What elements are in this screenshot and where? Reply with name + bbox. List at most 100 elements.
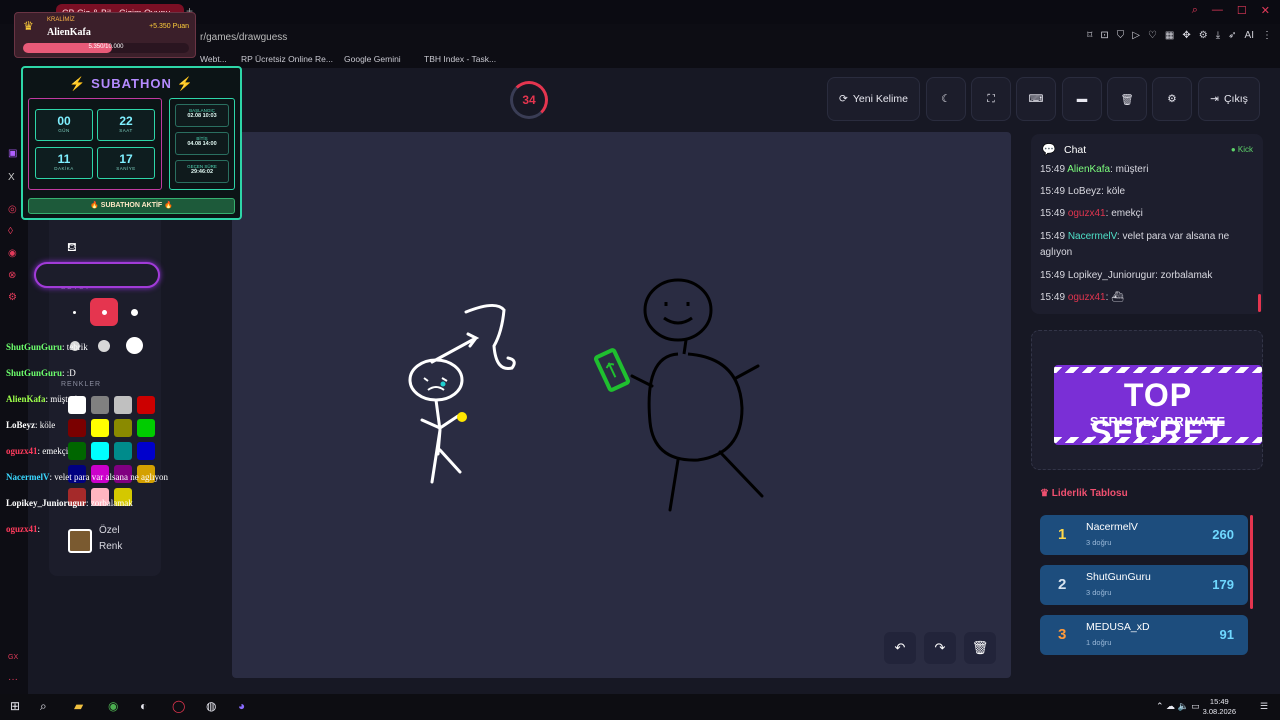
redo-button[interactable]: ↷ [924, 632, 956, 664]
close-icon[interactable]: ✕ [1261, 4, 1270, 17]
minimize-icon[interactable]: — [1212, 4, 1223, 17]
tool-highlight-pill[interactable] [34, 262, 160, 288]
custom-color-label-2: Renk [99, 541, 123, 552]
size-option-large[interactable] [131, 309, 138, 316]
custom-color-button[interactable] [68, 529, 92, 553]
keyboard-button[interactable]: ⌨ [1016, 77, 1056, 121]
leaderboard-scrollbar[interactable] [1250, 515, 1253, 609]
x-icon[interactable]: X [8, 172, 15, 183]
leaderboard-row[interactable]: 1 NacermelV 3 doğru 260 [1040, 515, 1248, 555]
chat-user[interactable]: oguzx41 [1068, 292, 1106, 303]
clock[interactable]: 15:49 3.08.2026 [1203, 697, 1236, 717]
window-controls: ⌕ — ☐ ✕ [1192, 4, 1270, 17]
bookmark-icon[interactable]: ⌑ [1087, 30, 1092, 41]
fill-bucket-icon[interactable]: ⛾ [67, 240, 77, 256]
download-icon[interactable]: ⤓ [1216, 30, 1220, 41]
overlay-chat-message: emekçi [42, 446, 69, 456]
color-swatch[interactable] [137, 442, 155, 460]
notification-icon[interactable]: ☰ [1260, 701, 1268, 712]
search-icon[interactable]: ⌕ [1192, 4, 1198, 17]
stroke-coin [457, 412, 467, 422]
gear-icon[interactable]: ⚙ [8, 292, 17, 303]
drawing-canvas[interactable] [232, 132, 1011, 678]
folder-icon[interactable]: ▰ [74, 699, 83, 713]
size-option-small[interactable] [73, 311, 76, 314]
bookmark-item[interactable]: Webt... [200, 54, 227, 64]
leaderboard-rank: 3 [1058, 626, 1067, 643]
chat-message: 15:49 oguzx41: emekçi [1040, 208, 1143, 219]
more-icon[interactable]: ··· [8, 674, 18, 685]
sidebar-icon[interactable]: GX [8, 654, 18, 661]
chat-user[interactable]: oguzx41 [1068, 208, 1106, 219]
color-swatch[interactable] [114, 419, 132, 437]
twitch-icon[interactable]: ▣ [8, 148, 17, 159]
grid-icon[interactable]: ▦ [1165, 30, 1174, 41]
clear-button[interactable]: 🗑 [1107, 77, 1147, 121]
puzzle-icon[interactable]: ✥ [1182, 30, 1190, 41]
obs-icon[interactable]: ◍ [206, 699, 216, 713]
settings-icon[interactable]: ⚙ [1199, 30, 1208, 41]
url-field[interactable]: r/games/drawguess [200, 32, 287, 43]
undo-button[interactable]: ↶ [884, 632, 916, 664]
discord-icon[interactable]: ◕ [238, 699, 245, 713]
heart-icon[interactable]: ♡ [1148, 30, 1157, 41]
color-swatch[interactable] [68, 442, 86, 460]
clear-canvas-button[interactable]: 🗑 [964, 632, 996, 664]
fullscreen-button[interactable]: ⛶ [971, 77, 1011, 121]
color-swatch[interactable] [114, 396, 132, 414]
color-swatch[interactable] [91, 442, 109, 460]
save-icon[interactable]: ⊡ [1100, 30, 1108, 41]
chat-user[interactable]: Lopikey_Juniorugur [1068, 270, 1155, 281]
stroke-body-small [420, 398, 462, 484]
color-swatch[interactable] [91, 419, 109, 437]
opera-icon[interactable]: ◯ [172, 699, 185, 713]
system-tray-icons[interactable]: ⌃ ☁ 🔈 ▭ [1156, 701, 1200, 712]
menu-icon[interactable]: ⋮ [1262, 30, 1272, 41]
chat-message: 15:49 NacermelV: velet para var alsana n… [1040, 231, 1230, 258]
overlay-chat-line: oguzx41: [6, 524, 40, 534]
leaderboard-row[interactable]: 2 ShutGunGuru 3 doğru 179 [1040, 565, 1248, 605]
chat-message: 15:49 AlienKafa: müşteri [1040, 164, 1149, 175]
bookmark-item[interactable]: RP Ücretsiz Online Re... [241, 54, 333, 64]
leaderboard-row[interactable]: 3 MEDUSA_xD 1 doğru 91 [1040, 615, 1248, 655]
search-icon[interactable]: ⌕ [40, 699, 47, 714]
chat-text: ⛴ [1111, 292, 1124, 303]
color-swatch[interactable] [91, 396, 109, 414]
send-icon[interactable]: ➶ [1228, 30, 1236, 41]
color-swatch[interactable] [137, 396, 155, 414]
chat-user[interactable]: NacermelV [1068, 231, 1117, 242]
steam-icon[interactable]: ◐ [140, 699, 147, 713]
chat-scrollbar[interactable] [1258, 294, 1261, 312]
chat-user[interactable]: LoBeyz [1068, 186, 1101, 197]
shield-icon[interactable]: ⛉ [1117, 30, 1125, 41]
size-option-max[interactable] [126, 337, 143, 354]
size-option-xxl[interactable] [98, 340, 110, 352]
ai-extension[interactable]: AI [1245, 30, 1254, 41]
chat-text: zorbalamak [1160, 270, 1213, 281]
bookmark-item[interactable]: Google Gemini [344, 54, 401, 64]
sidebar-icon[interactable]: ◎ [8, 204, 17, 215]
subathon-status: 🔥 SUBATHON AKTİF 🔥 [28, 198, 235, 214]
extension-toolbar: ⌑ ⊡ ⛉ ▷ ♡ ▦ ✥ ⚙ ⤓ ➶ AI ⋮ [1087, 30, 1272, 41]
tool-panel: ⛾ BOYUT RENKLER Özel Renk [49, 200, 161, 576]
bookmark-item[interactable]: TBH Index - Task... [424, 54, 496, 64]
chat-user[interactable]: AlienKafa [1067, 164, 1110, 175]
exit-button[interactable]: ⇥ Çıkış [1198, 77, 1260, 121]
leaderboard-correct-count: 3 doğru [1086, 588, 1112, 597]
chrome-icon[interactable]: ◉ [108, 699, 118, 713]
theme-toggle-button[interactable]: ☾ [926, 77, 966, 121]
new-word-button[interactable]: ⟳ Yeni Kelime [827, 77, 920, 121]
windows-start-icon[interactable]: ⊞ [10, 699, 20, 713]
sidebar-icon[interactable]: ◊ [8, 226, 13, 237]
color-swatch[interactable] [68, 419, 86, 437]
play-icon[interactable]: ▷ [1132, 30, 1140, 41]
size-option-medium[interactable] [102, 310, 107, 315]
sidebar-icon[interactable]: ⊗ [8, 270, 16, 281]
color-swatch[interactable] [137, 419, 155, 437]
color-swatch[interactable] [114, 442, 132, 460]
archive-button[interactable]: ▬ [1062, 77, 1102, 121]
settings-button[interactable]: ⚙ [1152, 77, 1192, 121]
stroke-body-big [647, 339, 744, 462]
sidebar-icon[interactable]: ◉ [8, 248, 17, 259]
maximize-icon[interactable]: ☐ [1237, 4, 1247, 17]
